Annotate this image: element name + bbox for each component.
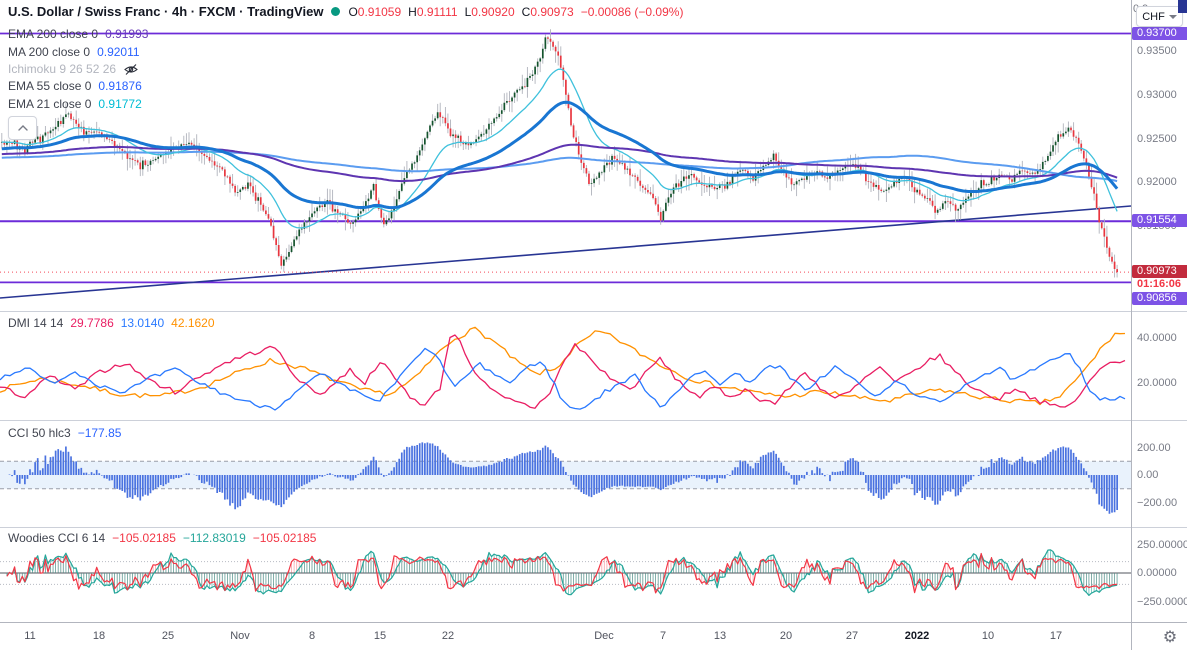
time-axis-label: 25 bbox=[161, 630, 175, 642]
ohlc-item: O0.91059 bbox=[348, 4, 402, 19]
market-status-icon[interactable] bbox=[331, 7, 341, 16]
indicator-title: Ichimoku 9 26 52 26 bbox=[8, 62, 117, 76]
time-axis-label: Nov bbox=[230, 630, 250, 642]
time-axis-label: 15 bbox=[373, 630, 387, 642]
adx-line bbox=[0, 326, 1126, 406]
indicator-value: 42.1620 bbox=[171, 316, 215, 330]
price-badge: 0.90856 bbox=[1132, 292, 1187, 305]
indicator-title: EMA 200 close 0 bbox=[8, 27, 99, 41]
indicator-value: 29.7786 bbox=[70, 316, 114, 330]
chevron-down-icon bbox=[1168, 14, 1177, 19]
time-axis-label: 17 bbox=[1049, 630, 1063, 642]
time-axis-label: 7 bbox=[659, 630, 667, 642]
pane-divider[interactable] bbox=[0, 311, 1187, 312]
time-axis-label: 10 bbox=[981, 630, 995, 642]
price-badge: 0.91554 bbox=[1132, 214, 1187, 227]
cci-legend[interactable]: CCI 50 hlc3 −177.85 bbox=[8, 426, 121, 440]
indicator-value: −105.02185 bbox=[112, 531, 176, 545]
indicator-legend-row[interactable]: EMA 55 close 0 0.91876 bbox=[8, 79, 142, 93]
indicator-title: CCI 50 hlc3 bbox=[8, 426, 71, 440]
countdown-label: 01:16:06 bbox=[1132, 278, 1187, 291]
chevron-up-icon bbox=[17, 125, 28, 131]
ohlc-item: C0.90973 bbox=[521, 4, 574, 19]
indicator-legend-row[interactable]: EMA 200 close 0 0.91993 bbox=[8, 27, 148, 41]
price-axis-divider bbox=[1131, 0, 1132, 650]
woodies-tick-label: 0.00000 bbox=[1137, 567, 1177, 579]
woodies-tick-label: −250.0000 bbox=[1137, 595, 1187, 608]
time-axis-label: 22 bbox=[441, 630, 455, 642]
currency-label: CHF bbox=[1142, 10, 1165, 23]
legend-collapse-button[interactable] bbox=[8, 116, 37, 140]
ema55-line bbox=[1, 100, 1119, 210]
indicator-title: Woodies CCI 6 14 bbox=[8, 531, 106, 545]
symbol-header[interactable]: U.S. Dollar / Swiss Franc · 4h · FXCM · … bbox=[8, 4, 683, 19]
price-badge: 0.90973 bbox=[1132, 265, 1187, 278]
partial-corner-badge bbox=[1178, 0, 1187, 13]
indicator-legend-row[interactable]: EMA 21 close 0 0.91772 bbox=[8, 97, 142, 111]
dmi-legend[interactable]: DMI 14 14 29.7786 13.0140 42.1620 bbox=[8, 316, 215, 330]
time-axis-label: 2022 bbox=[904, 630, 930, 642]
ohlc-item: L0.90920 bbox=[464, 4, 515, 19]
plus-di-line bbox=[0, 347, 1126, 411]
indicator-title: EMA 21 close 0 bbox=[8, 97, 92, 111]
price-tick-label: 0.92000 bbox=[1137, 176, 1177, 189]
time-axis-label: 20 bbox=[779, 630, 793, 642]
tradingview-chart-window: U.S. Dollar / Swiss Franc · 4h · FXCM · … bbox=[0, 0, 1187, 650]
price-tick-label: 0.93000 bbox=[1137, 88, 1177, 101]
pane-divider[interactable] bbox=[0, 420, 1187, 421]
ema200-line bbox=[1, 143, 1118, 183]
dmi-tick-label: 20.0000 bbox=[1137, 377, 1177, 389]
indicator-value: −112.83019 bbox=[182, 531, 246, 545]
indicator-value: −105.02185 bbox=[252, 531, 317, 545]
minus-di-line bbox=[0, 334, 1126, 409]
ohlc-values: O0.91059 H0.91111 L0.90920 C0.90973 −0.00086… bbox=[348, 5, 683, 19]
indicator-value: 0.92011 bbox=[97, 45, 140, 59]
indicator-legend-row[interactable]: Ichimoku 9 26 52 26 bbox=[8, 62, 139, 76]
time-axis-label: 11 bbox=[24, 630, 36, 642]
indicator-value: 13.0140 bbox=[120, 316, 165, 330]
currency-selector-button[interactable]: CHF bbox=[1136, 6, 1183, 27]
time-axis-label: 18 bbox=[92, 630, 106, 642]
indicator-legend-row[interactable]: MA 200 close 0 0.92011 bbox=[8, 45, 140, 59]
woodies-tick-label: 250.00000 bbox=[1137, 538, 1187, 551]
indicator-value: −177.85 bbox=[77, 426, 122, 440]
change-value: −0.00086 (−0.09%) bbox=[580, 4, 684, 19]
cci-tick-label: −200.00 bbox=[1137, 496, 1178, 509]
gear-icon[interactable]: ⚙ bbox=[1158, 627, 1182, 649]
indicator-title: DMI 14 14 bbox=[8, 316, 64, 330]
cci-pane-canvas[interactable] bbox=[0, 421, 1131, 527]
time-axis-label: 27 bbox=[845, 630, 859, 642]
time-axis-label: 13 bbox=[713, 630, 727, 642]
ohlc-item: H0.91111 bbox=[408, 4, 458, 19]
time-axis-label: Dec bbox=[594, 630, 614, 642]
time-axis-label: 8 bbox=[308, 630, 316, 642]
cci-tick-label: 200.00 bbox=[1137, 441, 1171, 454]
trendline-drawing bbox=[0, 205, 1131, 299]
indicator-title: MA 200 close 0 bbox=[8, 45, 91, 59]
ma200-line bbox=[1, 150, 1118, 183]
indicator-value: 0.91993 bbox=[105, 27, 149, 41]
price-tick-label: 0.93500 bbox=[1137, 45, 1177, 57]
indicator-value: 0.91876 bbox=[98, 79, 142, 93]
time-axis-divider bbox=[0, 622, 1187, 623]
cci-tick-label: 0.00 bbox=[1137, 469, 1159, 481]
pane-divider[interactable] bbox=[0, 527, 1187, 528]
woodies-legend[interactable]: Woodies CCI 6 14 −105.02185 −112.83019 −105… bbox=[8, 531, 316, 545]
indicator-value: 0.91772 bbox=[98, 97, 142, 111]
dmi-tick-label: 40.0000 bbox=[1137, 332, 1177, 344]
eye-off-icon[interactable] bbox=[123, 63, 139, 76]
price-badge: 0.93700 bbox=[1132, 27, 1187, 40]
main-chart-canvas[interactable] bbox=[0, 0, 1131, 311]
symbol-title[interactable]: U.S. Dollar / Swiss Franc · 4h · FXCM · … bbox=[8, 4, 323, 19]
price-tick-label: 0.92500 bbox=[1137, 132, 1177, 145]
indicator-title: EMA 55 close 0 bbox=[8, 79, 92, 93]
